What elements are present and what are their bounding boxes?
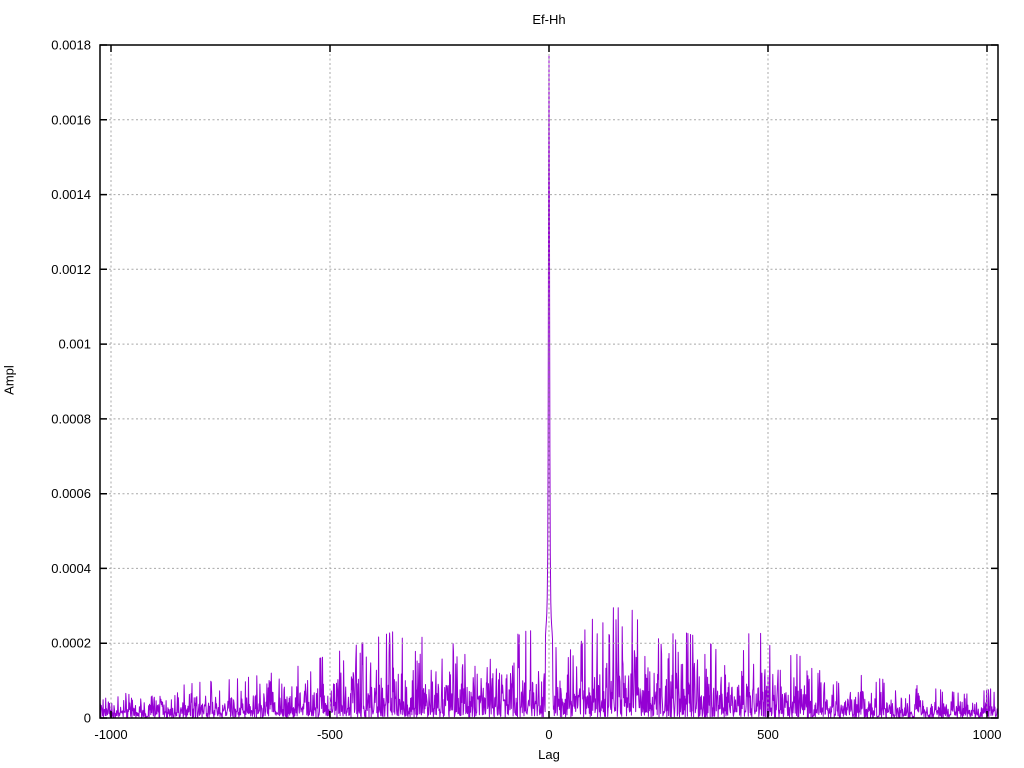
x-tick-label: 500 [757, 727, 779, 742]
x-tick-label: -500 [317, 727, 343, 742]
y-tick-label: 0.0014 [51, 187, 91, 202]
y-tick-label: 0.0006 [51, 486, 91, 501]
y-tick-label: 0.0012 [51, 262, 91, 277]
x-tick-label: 1000 [973, 727, 1002, 742]
chart-container: -1000 -500 0 500 1000 0 0.0002 0.0004 0.0006 0.00… [0, 0, 1024, 768]
y-axis-label: Ampl [1, 365, 17, 395]
x-grid-lines [110, 45, 988, 718]
y-tick-label: 0.0004 [51, 561, 91, 576]
y-tick-label: 0.0016 [51, 112, 91, 127]
y-tick-label: 0.001 [58, 337, 91, 352]
y-tick-label: 0 [84, 711, 91, 726]
y-tick-label: 0.0018 [51, 38, 91, 53]
plot-area: -1000 -500 0 500 1000 0 0.0002 0.0004 0.0006 0.00… [51, 38, 1002, 743]
y-tick-label: 0.0002 [51, 636, 91, 651]
x-tick-label: 0 [545, 727, 552, 742]
x-tick-label: -1000 [94, 727, 127, 742]
x-axis-label: Lag [538, 747, 560, 762]
y-tick-label: 0.0008 [51, 411, 91, 426]
chart-title: Ef-Hh [532, 12, 566, 27]
